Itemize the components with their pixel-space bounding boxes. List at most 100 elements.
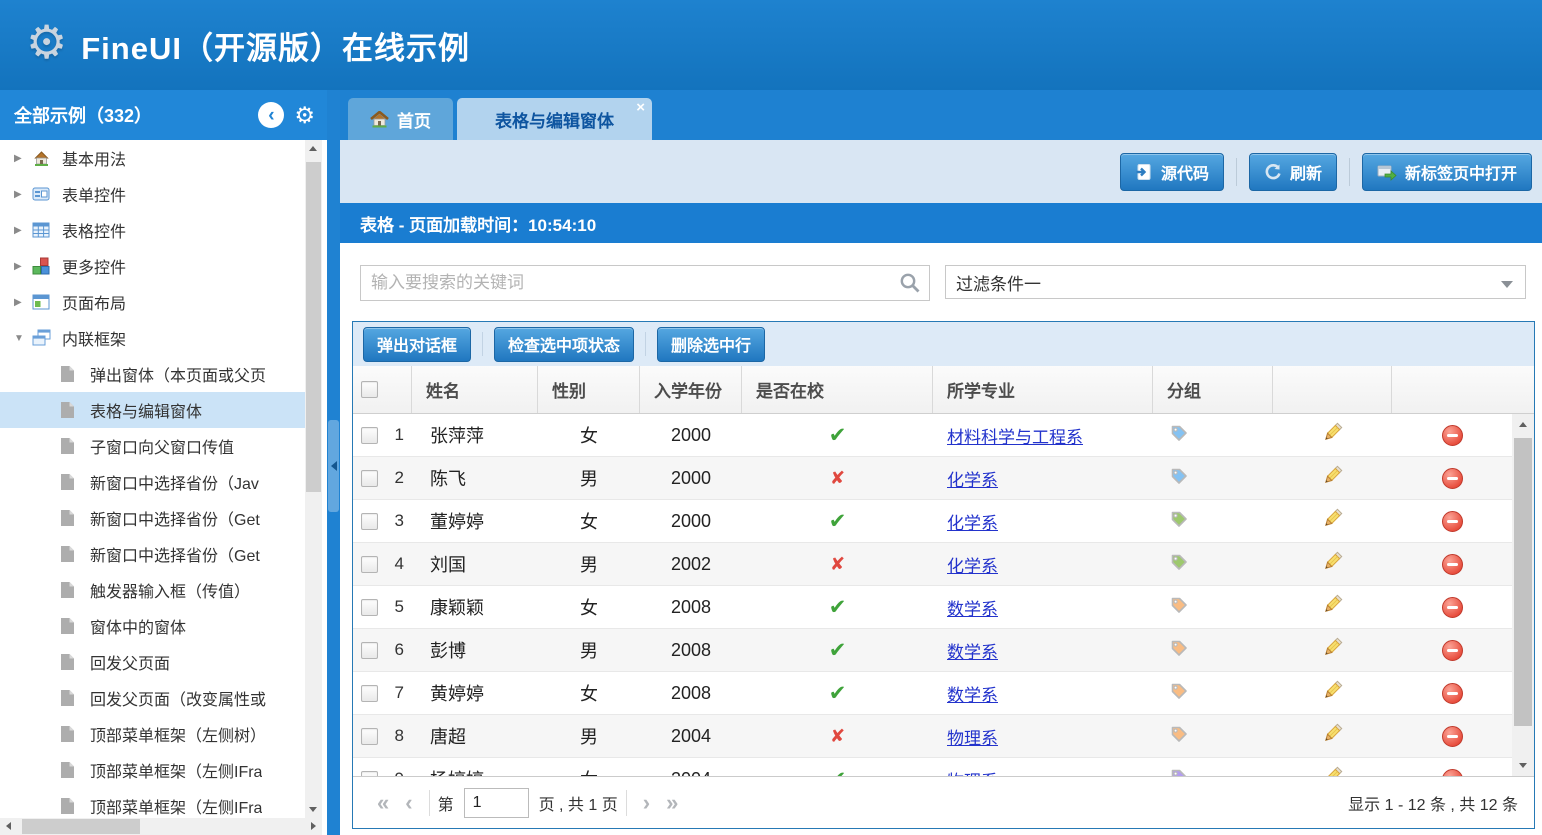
scroll-left-icon[interactable] — [6, 822, 11, 830]
tag-icon[interactable] — [1169, 595, 1189, 620]
row-checkbox[interactable] — [361, 470, 378, 487]
tag-icon[interactable] — [1169, 724, 1189, 749]
sidebar-item[interactable]: ▶基本用法 — [0, 140, 305, 176]
sidebar-item[interactable]: 窗体中的窗体 — [0, 608, 305, 644]
major-link[interactable]: 数学系 — [947, 595, 998, 620]
column-header-name[interactable]: 姓名 — [412, 366, 538, 413]
sidebar-item[interactable]: ▶更多控件 — [0, 248, 305, 284]
sidebar-item[interactable]: ▶表单控件 — [0, 176, 305, 212]
close-icon[interactable]: × — [636, 100, 645, 115]
major-link[interactable]: 材料科学与工程系 — [947, 423, 1083, 448]
sidebar-item[interactable]: ▼内联框架 — [0, 320, 305, 356]
major-link[interactable]: 化学系 — [947, 509, 998, 534]
pencil-icon[interactable] — [1321, 722, 1344, 750]
minus-circle-icon[interactable] — [1442, 425, 1463, 446]
expand-arrow-icon[interactable]: ▶ — [14, 189, 32, 200]
pencil-icon[interactable] — [1321, 593, 1344, 621]
pencil-icon[interactable] — [1321, 679, 1344, 707]
row-checkbox[interactable] — [361, 771, 378, 777]
row-checkbox[interactable] — [361, 685, 378, 702]
sidebar-item[interactable]: 回发父页面（改变属性或 — [0, 680, 305, 716]
expand-arrow-icon[interactable]: ▶ — [14, 261, 32, 272]
pencil-icon[interactable] — [1321, 550, 1344, 578]
open-new-tab-button[interactable]: 新标签页中打开 — [1362, 153, 1532, 191]
pencil-icon[interactable] — [1321, 421, 1344, 449]
pencil-icon[interactable] — [1321, 464, 1344, 492]
sidebar-splitter[interactable] — [327, 90, 340, 835]
tag-icon[interactable] — [1169, 552, 1189, 577]
prev-page-icon[interactable]: ‹ — [397, 792, 420, 814]
tag-icon[interactable] — [1169, 681, 1189, 706]
sidebar-item[interactable]: 顶部菜单框架（左侧IFra — [0, 752, 305, 788]
source-code-button[interactable]: 源代码 — [1120, 153, 1224, 191]
sidebar-item[interactable]: 表格与编辑窗体 — [0, 392, 305, 428]
scrollbar-thumb[interactable] — [306, 162, 321, 492]
delete-selected-button[interactable]: 删除选中行 — [657, 327, 765, 362]
first-page-icon[interactable]: « — [369, 792, 397, 814]
sidebar-item[interactable]: 弹出窗体（本页面或父页 — [0, 356, 305, 392]
collapse-arrow-icon[interactable]: ▼ — [14, 333, 32, 344]
expand-arrow-icon[interactable]: ▶ — [14, 225, 32, 236]
magnifier-icon[interactable] — [899, 272, 921, 299]
sidebar-item[interactable]: 回发父页面 — [0, 644, 305, 680]
sidebar-item[interactable]: 新窗口中选择省份（Get — [0, 500, 305, 536]
column-header-gender[interactable]: 性别 — [538, 366, 640, 413]
sidebar-vertical-scrollbar[interactable] — [305, 140, 322, 818]
column-header-major[interactable]: 所学专业 — [933, 366, 1153, 413]
collapse-sidebar-handle[interactable] — [328, 420, 339, 512]
minus-circle-icon[interactable] — [1442, 640, 1463, 661]
sidebar-item[interactable]: 新窗口中选择省份（Jav — [0, 464, 305, 500]
minus-circle-icon[interactable] — [1442, 511, 1463, 532]
scroll-down-icon[interactable] — [1519, 763, 1527, 768]
sidebar-item[interactable]: 顶部菜单框架（左侧树） — [0, 716, 305, 752]
sidebar-item[interactable]: 触发器输入框（传值） — [0, 572, 305, 608]
row-checkbox[interactable] — [361, 728, 378, 745]
scroll-right-icon[interactable] — [311, 822, 316, 830]
column-header-year[interactable]: 入学年份 — [640, 366, 742, 413]
grid-vertical-scrollbar[interactable] — [1512, 414, 1534, 776]
last-page-icon[interactable]: » — [658, 792, 686, 814]
major-link[interactable]: 化学系 — [947, 552, 998, 577]
tag-icon[interactable] — [1169, 423, 1189, 448]
sidebar-item[interactable]: ▶表格控件 — [0, 212, 305, 248]
row-checkbox[interactable] — [361, 642, 378, 659]
row-checkbox[interactable] — [361, 599, 378, 616]
sidebar-horizontal-scrollbar[interactable] — [0, 818, 322, 835]
pencil-icon[interactable] — [1321, 765, 1344, 776]
sidebar-item[interactable]: ▶页面布局 — [0, 284, 305, 320]
major-link[interactable]: 物理系 — [947, 724, 998, 749]
scroll-up-icon[interactable] — [309, 146, 317, 151]
tab-home[interactable]: 首页 — [348, 98, 453, 140]
tag-icon[interactable] — [1169, 466, 1189, 491]
tab-grid-edit-window[interactable]: 表格与编辑窗体 × — [457, 98, 652, 140]
open-dialog-button[interactable]: 弹出对话框 — [363, 327, 471, 362]
tag-icon[interactable] — [1169, 767, 1189, 777]
row-checkbox[interactable] — [361, 427, 378, 444]
select-all-checkbox[interactable] — [361, 381, 378, 398]
minus-circle-icon[interactable] — [1442, 554, 1463, 575]
minus-circle-icon[interactable] — [1442, 468, 1463, 489]
major-link[interactable]: 物理系 — [947, 767, 998, 777]
minus-circle-icon[interactable] — [1442, 683, 1463, 704]
tag-icon[interactable] — [1169, 509, 1189, 534]
scrollbar-thumb[interactable] — [1514, 438, 1532, 726]
minus-circle-icon[interactable] — [1442, 726, 1463, 747]
expand-arrow-icon[interactable]: ▶ — [14, 297, 32, 308]
tag-icon[interactable] — [1169, 638, 1189, 663]
minus-circle-icon[interactable] — [1442, 769, 1463, 777]
page-number-input[interactable] — [464, 788, 529, 818]
column-header-at-school[interactable]: 是否在校 — [742, 366, 933, 413]
row-checkbox[interactable] — [361, 556, 378, 573]
major-link[interactable]: 数学系 — [947, 681, 998, 706]
check-selected-button[interactable]: 检查选中项状态 — [494, 327, 634, 362]
pencil-icon[interactable] — [1321, 636, 1344, 664]
scrollbar-thumb[interactable] — [22, 819, 140, 834]
circle-back-icon[interactable]: ‹ — [258, 102, 284, 128]
major-link[interactable]: 化学系 — [947, 466, 998, 491]
scroll-up-icon[interactable] — [1519, 422, 1527, 427]
expand-arrow-icon[interactable]: ▶ — [14, 153, 32, 164]
search-input[interactable] — [361, 266, 929, 300]
sidebar-item[interactable]: 子窗口向父窗口传值 — [0, 428, 305, 464]
column-header-group[interactable]: 分组 — [1153, 366, 1273, 413]
filter-dropdown[interactable]: 过滤条件一 — [945, 265, 1526, 299]
